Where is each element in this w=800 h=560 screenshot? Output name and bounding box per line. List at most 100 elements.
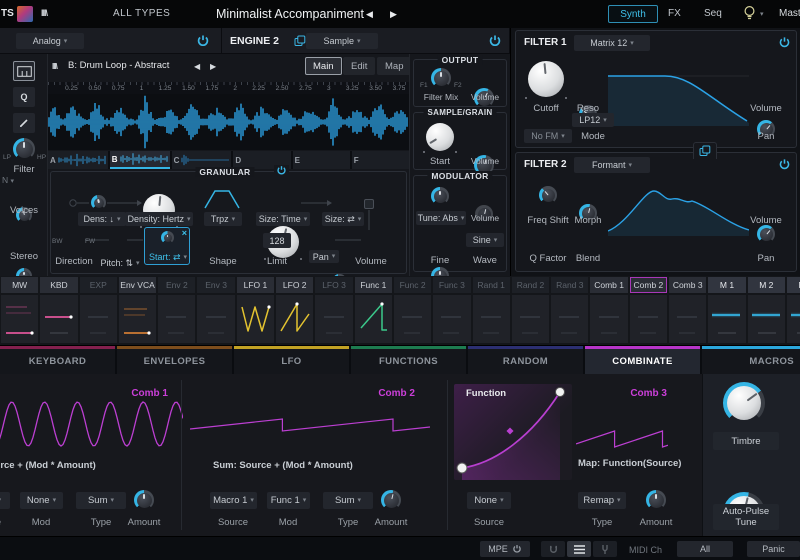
comb1-amount-knob[interactable]: [134, 490, 154, 510]
unison-mode-select[interactable]: N ▾: [2, 175, 14, 185]
mod-source-tab[interactable]: Env 2: [158, 277, 195, 293]
mod-source-tab[interactable]: Rand 3: [551, 277, 588, 293]
engine2-copy-icon[interactable]: [294, 35, 306, 47]
tips-lightbulb-icon[interactable]: [743, 5, 756, 22]
mod-tune-knob[interactable]: [431, 187, 449, 205]
mod-source-preview[interactable]: [276, 295, 313, 343]
tuning-fork-icon[interactable]: [593, 541, 617, 557]
engine2-power-icon[interactable]: [488, 34, 502, 48]
mod-source-tab[interactable]: LFO 1: [237, 277, 274, 293]
preset-art-thumbnail[interactable]: [17, 6, 33, 22]
comb1-type-select[interactable]: Sum▾: [76, 492, 126, 509]
comb1-waveform[interactable]: [0, 398, 183, 450]
filter2-power-icon[interactable]: [778, 158, 791, 171]
sample-tab-main[interactable]: Main: [305, 57, 342, 75]
mod-source-tab[interactable]: M 2: [748, 277, 785, 293]
brand-mark-icon[interactable]: III\: [41, 8, 47, 18]
midi-all-button[interactable]: All: [677, 541, 733, 557]
mod-source-tab[interactable]: Comb 1: [590, 277, 627, 293]
start-knob[interactable]: [161, 231, 174, 244]
dens-knob[interactable]: [91, 195, 106, 210]
magnet-icon[interactable]: [541, 541, 565, 557]
limit-value-field[interactable]: 128: [263, 233, 291, 248]
engine1-type-select[interactable]: Analog▾: [16, 33, 84, 49]
comb3-waveform[interactable]: [576, 426, 668, 452]
sample-waveform-display[interactable]: [48, 94, 409, 150]
sample-name[interactable]: B: Drum Loop - Abstract: [68, 60, 169, 71]
mod-source-preview[interactable]: [1, 295, 38, 343]
dens-mode-select[interactable]: Dens: ↓▾: [78, 212, 126, 226]
mod-source-preview[interactable]: [40, 295, 77, 343]
pre-filter-knob[interactable]: [13, 138, 35, 160]
mod-source-preview[interactable]: [158, 295, 195, 343]
pan-mode-select[interactable]: Pan▾: [309, 250, 339, 263]
sample-next-button[interactable]: ▶: [210, 62, 216, 71]
sample-slot-A[interactable]: A: [48, 151, 108, 169]
section-tab-macros[interactable]: MACROS: [702, 346, 800, 374]
mod-source-tab[interactable]: MW: [1, 277, 38, 293]
comb3-amount-knob[interactable]: [646, 490, 666, 510]
mod-source-preview[interactable]: [355, 295, 392, 343]
mod-source-preview[interactable]: [512, 295, 549, 343]
section-tab-keyboard[interactable]: KEYBOARD: [0, 346, 115, 374]
mod-source-tab[interactable]: Env 3: [197, 277, 234, 293]
comb2-source-select[interactable]: Macro 1▾: [210, 492, 257, 509]
mod-source-preview[interactable]: [237, 295, 274, 343]
mod-source-tab[interactable]: Func 3: [433, 277, 470, 293]
filter2-volume-knob[interactable]: [757, 225, 775, 243]
start-position-knob[interactable]: [426, 123, 454, 151]
mod-source-preview[interactable]: [80, 295, 117, 343]
mod-source-tab[interactable]: M 3: [787, 277, 800, 293]
filter1-mode-select[interactable]: LP12▾: [572, 113, 614, 127]
filter1-power-icon[interactable]: [778, 36, 791, 49]
section-tab-lfo[interactable]: LFO: [234, 346, 349, 374]
engine1-power-icon[interactable]: [196, 34, 210, 48]
comb2-type-select[interactable]: Sum▾: [323, 492, 373, 509]
engine2-header[interactable]: ENGINE 2 Sample▾: [222, 28, 510, 54]
preset-next-button[interactable]: ▶: [390, 9, 397, 20]
size-mode-select[interactable]: Size: Time▾: [256, 212, 310, 226]
mod-source-tab[interactable]: Comb 3: [669, 277, 706, 293]
comb1-mod-select[interactable]: None▾: [20, 492, 63, 509]
mod-source-preview[interactable]: [394, 295, 431, 343]
mod-source-tab[interactable]: M 1: [708, 277, 745, 293]
filter2-curve[interactable]: [608, 179, 749, 236]
view-tab-synth[interactable]: Synth: [608, 5, 658, 23]
mod-source-preview[interactable]: [315, 295, 352, 343]
preset-prev-button[interactable]: ◀: [366, 9, 373, 20]
mod-source-preview[interactable]: [787, 295, 800, 343]
comb2-mod-select[interactable]: Func 1▾: [267, 492, 310, 509]
comb1-source-select[interactable]: None▾: [0, 492, 10, 509]
comb2-amount-knob[interactable]: [381, 490, 401, 510]
tips-caret-icon[interactable]: ▾: [760, 10, 764, 18]
mod-source-preview[interactable]: [551, 295, 588, 343]
mod-source-tab[interactable]: Func 1: [355, 277, 392, 293]
view-tab-fx[interactable]: FX: [668, 8, 681, 19]
close-icon[interactable]: ×: [182, 228, 187, 238]
mod-source-tab[interactable]: LFO 3: [315, 277, 352, 293]
mod-source-preview[interactable]: [197, 295, 234, 343]
mod-source-preview[interactable]: [119, 295, 156, 343]
sample-slot-F[interactable]: F: [352, 151, 409, 169]
section-tab-functions[interactable]: FUNCTIONS: [351, 346, 466, 374]
pitch-mode-select[interactable]: Pitch: ⇅▾: [99, 256, 141, 270]
comb3-function-graph[interactable]: Function: [454, 384, 572, 480]
mod-source-preview[interactable]: [630, 295, 667, 343]
mod-source-preview[interactable]: [473, 295, 510, 343]
section-tab-envelopes[interactable]: ENVELOPES: [117, 346, 232, 374]
view-tab-seq[interactable]: Seq: [704, 8, 722, 19]
comb2-waveform[interactable]: [190, 410, 430, 440]
freq-shift-knob[interactable]: [539, 186, 557, 204]
macro1-name[interactable]: Timbre: [713, 432, 779, 450]
sample-tab-edit[interactable]: Edit: [343, 57, 375, 75]
cutoff-knob[interactable]: [528, 61, 564, 97]
mod-wave-select[interactable]: Sine▾: [466, 233, 504, 247]
sample-prev-button[interactable]: ◀: [194, 62, 200, 71]
filter2-type-select[interactable]: Formant▾: [574, 157, 650, 173]
mod-source-preview[interactable]: [748, 295, 785, 343]
macro1-knob[interactable]: [727, 386, 761, 420]
density-mode-select[interactable]: Density: Hertz▾: [125, 212, 193, 226]
filter-copy-icon[interactable]: [693, 142, 717, 159]
mod-source-tab[interactable]: LFO 2: [276, 277, 313, 293]
mod-source-tab[interactable]: Rand 1: [473, 277, 510, 293]
